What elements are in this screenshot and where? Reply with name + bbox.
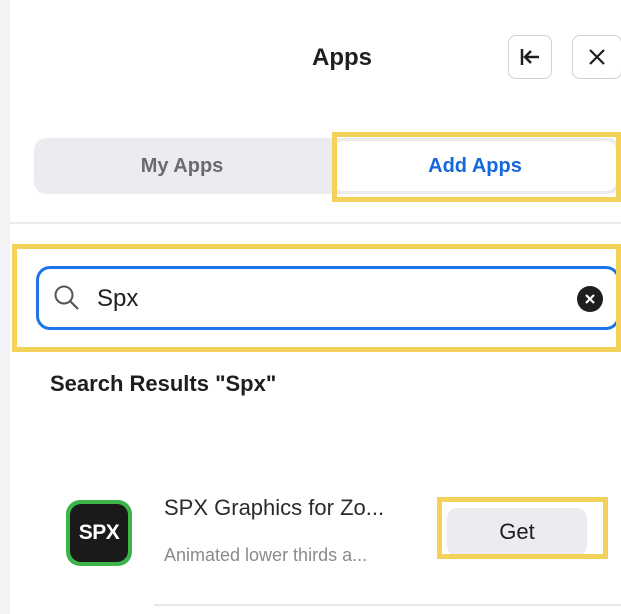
panel-title: Apps	[312, 44, 372, 71]
close-icon	[589, 49, 605, 65]
search-box[interactable]	[36, 266, 620, 330]
close-button[interactable]	[572, 35, 621, 79]
search-input[interactable]	[97, 281, 557, 317]
apps-tab-switcher: My Apps Add Apps	[34, 138, 620, 194]
app-description: Animated lower thirds a...	[164, 545, 368, 565]
tab-my-apps[interactable]: My Apps	[34, 138, 330, 194]
get-app-button[interactable]: Get	[447, 508, 587, 556]
collapse-to-left-icon	[520, 49, 539, 65]
app-name[interactable]: SPX Graphics for Zo...	[164, 495, 434, 521]
clear-search-button[interactable]	[577, 286, 603, 312]
collapse-button[interactable]	[508, 35, 552, 79]
spx-app-logo: SPX	[66, 500, 132, 566]
apps-panel: Apps My Apps Add Apps Sea	[10, 0, 621, 614]
divider	[10, 222, 621, 224]
list-divider	[154, 604, 621, 606]
search-results-title: Search Results "Spx"	[50, 371, 277, 396]
search-icon	[54, 285, 79, 310]
spx-logo-text: SPX	[70, 504, 128, 562]
tab-add-apps[interactable]: Add Apps	[334, 141, 616, 191]
clear-icon	[585, 294, 595, 304]
